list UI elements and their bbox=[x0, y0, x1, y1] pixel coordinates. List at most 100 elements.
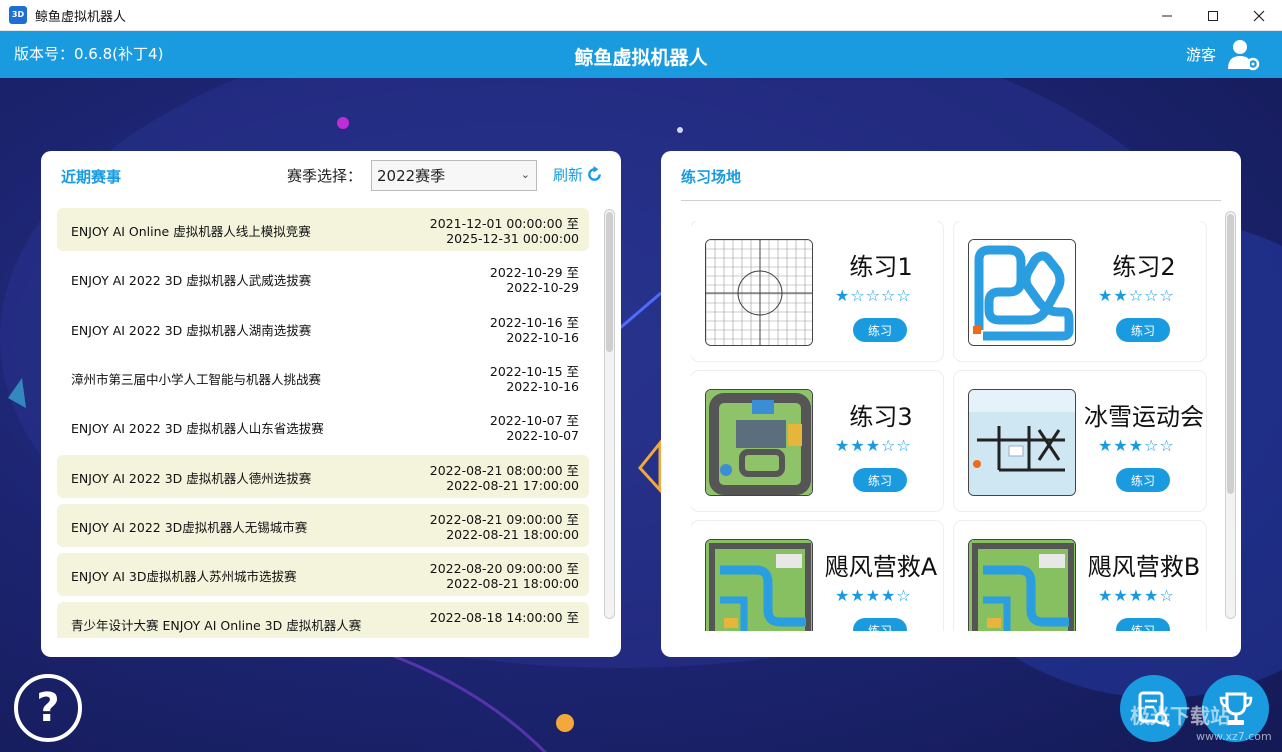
divider bbox=[681, 200, 1221, 201]
event-start: 2022-08-20 09:00:00 至 bbox=[429, 561, 579, 577]
watermark: 极光下载站 bbox=[1130, 704, 1230, 728]
difficulty-stars: ★☆☆☆☆ bbox=[835, 286, 912, 305]
close-icon bbox=[1253, 10, 1265, 21]
practice-button[interactable]: 练习 bbox=[1116, 468, 1170, 492]
version-label: 版本号：0.6.8(补丁4) bbox=[14, 45, 164, 63]
window-controls bbox=[1144, 0, 1282, 31]
event-end: 2025-12-31 00:00:00 bbox=[446, 231, 579, 246]
practice-card[interactable]: 练习3 ★★★☆☆ 练习 bbox=[691, 371, 943, 511]
events-scrollbar-thumb[interactable] bbox=[606, 212, 613, 352]
practice-panel: 练习场地 练习1 ★☆☆☆☆ 练习 练习2 ★★☆☆☆ 练习 练习3 ★★★☆☆ 练习 冰雪运动会… bbox=[661, 151, 1241, 657]
event-start: 2022-10-07 至 bbox=[489, 413, 579, 429]
user-area[interactable]: 游客 bbox=[1186, 37, 1260, 71]
maximize-icon bbox=[1208, 10, 1218, 21]
practice-card[interactable]: 飓风营救B ★★★★☆ 练习 bbox=[954, 521, 1206, 631]
app-title: 鲸鱼虚拟机器人 bbox=[574, 47, 708, 69]
practice-card[interactable]: 练习2 ★★☆☆☆ 练习 bbox=[954, 221, 1206, 361]
field-name: 练习1 bbox=[849, 253, 913, 281]
user-settings-icon[interactable] bbox=[1226, 37, 1260, 71]
difficulty-stars: ★★★★☆ bbox=[1098, 586, 1175, 605]
refresh-label: 刷新 bbox=[553, 166, 584, 184]
help-button[interactable]: ? bbox=[14, 674, 82, 742]
practice-panel-title: 练习场地 bbox=[681, 168, 742, 186]
app-header: 版本号：0.6.8(补丁4) 鲸鱼虚拟机器人 游客 bbox=[0, 31, 1282, 78]
refresh-button[interactable]: 刷新 bbox=[553, 164, 603, 185]
event-name: ENJOY AI 2022 3D 虚拟机器人武威选拔赛 bbox=[71, 273, 312, 289]
event-start: 2021-12-01 00:00:00 至 bbox=[429, 216, 579, 231]
field-thumbnail[interactable] bbox=[968, 539, 1076, 631]
field-thumbnail[interactable] bbox=[705, 239, 813, 346]
field-thumbnail[interactable] bbox=[968, 389, 1076, 496]
field-name: 飓风营救B bbox=[1087, 553, 1201, 581]
event-row[interactable]: ENJOY AI Online 虚拟机器人线上模拟竞赛 2021-12-01 00… bbox=[57, 208, 589, 251]
difficulty-stars: ★★★★☆ bbox=[835, 586, 912, 605]
close-button[interactable] bbox=[1236, 0, 1282, 31]
practice-card[interactable]: 冰雪运动会 ★★★☆☆ 练习 bbox=[954, 371, 1206, 511]
practice-grid: 练习1 ★☆☆☆☆ 练习 练习2 ★★☆☆☆ 练习 练习3 ★★★☆☆ 练习 冰雪运动会 ★★★☆☆… bbox=[691, 221, 1211, 631]
event-end: 2022-08-21 17:00:00 bbox=[446, 477, 579, 493]
event-start: 2022-08-18 14:00:00 至 bbox=[429, 610, 579, 626]
event-start: 2022-10-29 至 bbox=[489, 265, 579, 281]
practice-card[interactable]: 练习1 ★☆☆☆☆ 练习 bbox=[691, 221, 943, 361]
event-row[interactable]: ENJOY AI 2022 3D 虚拟机器人武威选拔赛 2022-10-29 至2… bbox=[57, 257, 589, 301]
field-thumbnail[interactable] bbox=[705, 539, 813, 631]
events-panel: 近期赛事 赛季选择： 2022赛季 ⌄ 刷新 ENJOY AI Online 虚… bbox=[41, 151, 621, 657]
minimize-button[interactable] bbox=[1144, 0, 1190, 31]
event-end: 2022-08-21 18:00:00 bbox=[446, 576, 579, 592]
practice-button[interactable]: 练习 bbox=[1116, 618, 1170, 631]
difficulty-stars: ★★☆☆☆ bbox=[1098, 286, 1175, 305]
events-scrollbar[interactable] bbox=[604, 209, 615, 619]
practice-scrollbar-thumb[interactable] bbox=[1227, 214, 1234, 494]
practice-card[interactable]: 飓风营救A ★★★★☆ 练习 bbox=[691, 521, 943, 631]
event-name: ENJOY AI Online 虚拟机器人线上模拟竞赛 bbox=[71, 224, 311, 239]
difficulty-stars: ★★★☆☆ bbox=[1098, 436, 1175, 455]
event-end: 2022-10-29 bbox=[506, 280, 579, 296]
event-row[interactable]: 青少年设计大赛 ENJOY AI Online 3D 虚拟机器人赛 2022-08… bbox=[57, 602, 589, 638]
event-end: 2022-10-16 bbox=[506, 378, 579, 394]
event-row[interactable]: ENJOY AI 2022 3D虚拟机器人无锡城市赛 2022-08-21 09:… bbox=[57, 503, 589, 547]
event-name: 漳州市第三届中小学人工智能与机器人挑战赛 bbox=[71, 371, 322, 387]
refresh-icon bbox=[588, 166, 601, 181]
window-titlebar: 3D 鲸鱼虚拟机器人 bbox=[0, 0, 1282, 31]
event-row[interactable]: 漳州市第三届中小学人工智能与机器人挑战赛 2022-10-15 至 2022-10-… bbox=[57, 355, 589, 399]
watermark-url: www.xz7.com bbox=[1196, 730, 1272, 743]
field-name: 冰雪运动会 bbox=[1084, 403, 1204, 431]
field-thumbnail[interactable] bbox=[705, 389, 813, 496]
event-end: 2022-08-21 18:00:00 bbox=[446, 526, 579, 542]
practice-button[interactable]: 练习 bbox=[853, 618, 907, 631]
field-name: 飓风营救A bbox=[824, 553, 938, 581]
event-name: 青少年设计大赛 ENJOY AI Online 3D 虚拟机器人赛 bbox=[71, 618, 362, 634]
field-name: 练习2 bbox=[1112, 253, 1176, 281]
window-title: 鲸鱼虚拟机器人 bbox=[35, 9, 127, 25]
practice-scrollbar[interactable] bbox=[1225, 211, 1236, 619]
chevron-down-icon: ⌄ bbox=[520, 168, 530, 181]
event-name: ENJOY AI 2022 3D 虚拟机器人山东省选拔赛 bbox=[71, 421, 324, 437]
event-start: 2022-08-21 09:00:00 至 bbox=[429, 511, 579, 527]
maximize-button[interactable] bbox=[1190, 0, 1236, 31]
event-start: 2022-10-15 至 bbox=[489, 363, 579, 379]
event-name: ENJOY AI 3D虚拟机器人苏州城市选拔赛 bbox=[71, 569, 297, 585]
event-row[interactable]: ENJOY AI 2022 3D 虚拟机器人德州选拔赛 2022-08-21 08… bbox=[57, 454, 589, 498]
season-select-value: 2022赛季 bbox=[377, 167, 446, 185]
event-name: ENJOY AI 2022 3D 虚拟机器人湖南选拔赛 bbox=[71, 322, 312, 338]
season-select[interactable]: 2022赛季 ⌄ bbox=[371, 160, 537, 191]
events-list: ENJOY AI Online 虚拟机器人线上模拟竞赛 2021-12-01 00… bbox=[57, 208, 589, 638]
field-thumbnail[interactable] bbox=[968, 239, 1076, 346]
season-label: 赛季选择： bbox=[287, 167, 363, 185]
field-name: 练习3 bbox=[849, 403, 913, 431]
practice-button[interactable]: 练习 bbox=[853, 318, 907, 342]
practice-button[interactable]: 练习 bbox=[853, 468, 907, 492]
practice-button[interactable]: 练习 bbox=[1116, 318, 1170, 342]
minimize-icon bbox=[1162, 15, 1172, 16]
event-row[interactable]: ENJOY AI 2022 3D 虚拟机器人湖南选拔赛 2022-10-16 至2… bbox=[57, 306, 589, 350]
event-name: ENJOY AI 2022 3D虚拟机器人无锡城市赛 bbox=[71, 519, 308, 535]
difficulty-stars: ★★★☆☆ bbox=[835, 436, 912, 455]
events-panel-title: 近期赛事 bbox=[61, 168, 122, 186]
event-name: ENJOY AI 2022 3D 虚拟机器人德州选拔赛 bbox=[71, 470, 312, 486]
event-row[interactable]: ENJOY AI 2022 3D 虚拟机器人山东省选拔赛 2022-10-07 至… bbox=[57, 405, 589, 449]
event-end: 2022-10-07 bbox=[506, 428, 579, 444]
guest-label: 游客 bbox=[1185, 45, 1216, 64]
event-row[interactable]: ENJOY AI 3D虚拟机器人苏州城市选拔赛 2022-08-20 09:00:… bbox=[57, 553, 589, 597]
app-icon: 3D bbox=[9, 6, 27, 24]
help-icon: ? bbox=[36, 685, 60, 731]
